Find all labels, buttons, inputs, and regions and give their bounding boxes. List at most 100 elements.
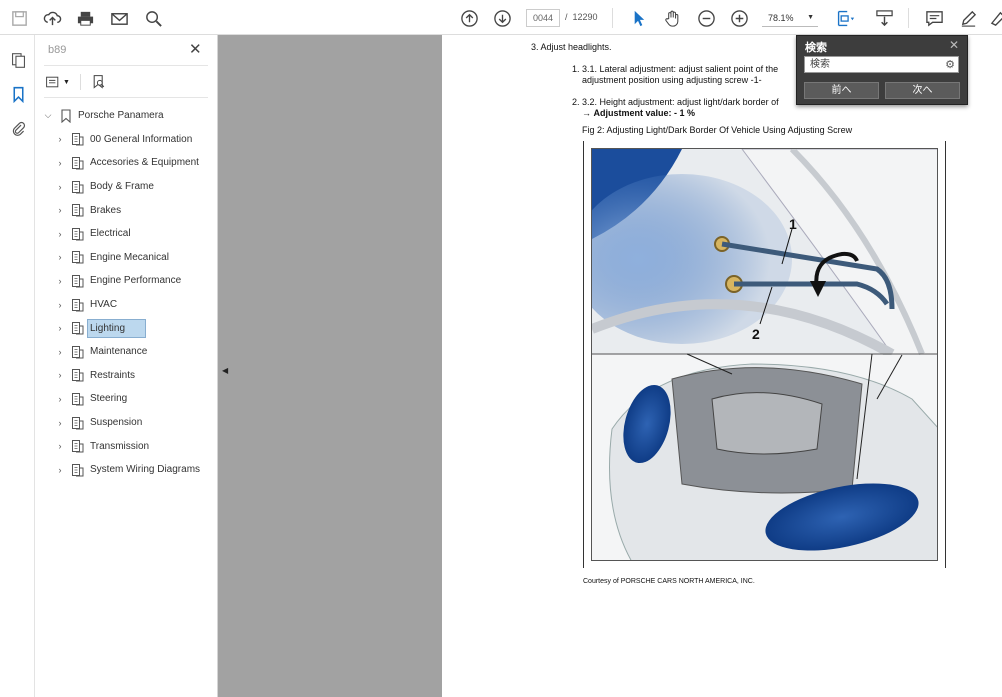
chevron-right-icon[interactable]: › xyxy=(55,394,65,404)
bookmark-page-icon xyxy=(72,133,84,146)
bookmark-label: Accesories & Equipment xyxy=(90,157,199,169)
find-popup: 検索 ✕ 検索 ⚙ 前へ 次へ xyxy=(796,35,968,105)
bookmark-label: System Wiring Diagrams xyxy=(90,464,201,476)
print-icon[interactable] xyxy=(73,6,97,30)
callout-label: 2 xyxy=(752,326,760,342)
next-page-icon[interactable] xyxy=(490,6,514,30)
close-icon[interactable]: ✕ xyxy=(189,40,205,58)
bookmark-item[interactable]: › Brakes xyxy=(35,198,218,222)
bookmark-search-icon[interactable] xyxy=(91,74,107,90)
gear-icon[interactable]: ⚙ xyxy=(945,58,955,73)
panel-tools: ▼ xyxy=(45,72,107,92)
bookmark-page-icon xyxy=(72,227,84,241)
page-separator: / xyxy=(565,12,568,22)
zoom-out-icon[interactable] xyxy=(694,6,718,30)
chevron-right-icon[interactable]: › xyxy=(55,300,65,310)
bookmark-label: 00 General Information xyxy=(90,133,193,145)
bookmark-item[interactable]: › Steering xyxy=(35,387,218,411)
document-canvas-margin xyxy=(218,35,442,697)
bookmark-root[interactable]: ⌵ Porsche Panamera xyxy=(35,104,218,128)
toolbar-divider xyxy=(908,8,909,28)
chevron-right-icon[interactable]: › xyxy=(55,370,65,380)
save-icon[interactable] xyxy=(7,6,31,30)
bookmark-icon xyxy=(61,109,71,123)
bookmarks-icon[interactable] xyxy=(8,84,28,104)
upload-cloud-icon[interactable] xyxy=(40,6,64,30)
bookmark-item[interactable]: › Suspension xyxy=(35,411,218,435)
find-input[interactable]: 検索 ⚙ xyxy=(804,56,959,73)
find-next-button[interactable]: 次へ xyxy=(885,82,960,99)
bookmark-label: Engine Mecanical xyxy=(90,251,169,263)
arrow-glyph: → xyxy=(582,108,591,118)
chevron-right-icon[interactable]: › xyxy=(55,182,65,192)
adjustment-label: Adjustment value: xyxy=(593,108,672,118)
bookmark-page-icon xyxy=(72,251,84,264)
divider xyxy=(79,74,81,90)
chevron-right-icon[interactable]: › xyxy=(55,323,65,333)
bookmark-item[interactable]: › Electrical xyxy=(35,222,218,246)
step-text: adjustment position using adjusting scre… xyxy=(582,75,762,85)
close-icon[interactable]: ✕ xyxy=(949,38,959,52)
bookmark-label: Electrical xyxy=(90,228,131,240)
courtesy-note: Courtesy of PORSCHE CARS NORTH AMERICA, … xyxy=(583,578,755,585)
page-fit-icon[interactable] xyxy=(833,6,857,30)
bookmark-label: Transmission xyxy=(90,440,150,452)
chevron-right-icon[interactable]: › xyxy=(55,276,65,286)
step-text: 2. 3.2. Height adjustment: adjust light/… xyxy=(572,97,779,107)
bookmark-item[interactable]: › System Wiring Diagrams xyxy=(35,458,218,482)
find-previous-button[interactable]: 前へ xyxy=(804,82,879,99)
collapse-panel-icon[interactable]: ◀ xyxy=(222,366,228,375)
chevron-down-icon: ▼ xyxy=(807,14,814,21)
bookmark-label: Steering xyxy=(90,393,128,405)
bookmark-page-icon xyxy=(72,156,84,170)
bookmark-item[interactable]: › Maintenance xyxy=(35,340,218,364)
page-number-input[interactable]: 0044 xyxy=(526,9,560,27)
bookmark-page-icon xyxy=(72,298,84,312)
find-query: 検索 xyxy=(810,59,830,70)
bookmark-item[interactable]: › Body & Frame xyxy=(35,175,218,199)
bookmark-label: Lighting xyxy=(86,318,147,338)
search-zoom-icon[interactable] xyxy=(141,6,165,30)
bookmark-item[interactable]: › Lighting xyxy=(35,316,218,340)
chevron-right-icon[interactable]: › xyxy=(55,134,65,144)
bookmark-item[interactable]: › Engine Performance xyxy=(35,269,218,293)
email-icon[interactable] xyxy=(107,6,131,30)
page-thumbnails-icon[interactable] xyxy=(8,50,28,70)
draw-icon[interactable] xyxy=(986,6,1002,30)
step-heading: 3. Adjust headlights. xyxy=(531,42,612,52)
bookmark-page-icon xyxy=(72,204,84,217)
bookmark-item[interactable]: › HVAC xyxy=(35,293,218,317)
chevron-right-icon[interactable]: › xyxy=(55,229,65,239)
scroll-mode-icon[interactable] xyxy=(872,6,896,30)
bookmark-page-icon xyxy=(72,345,84,359)
previous-page-icon[interactable] xyxy=(457,6,481,30)
chevron-down-icon[interactable]: ⌵ xyxy=(43,110,53,121)
bookmark-label: HVAC xyxy=(90,299,118,311)
hand-tool-icon[interactable] xyxy=(660,6,684,30)
comment-icon[interactable] xyxy=(922,6,946,30)
bookmark-page-icon xyxy=(72,180,84,194)
chevron-right-icon[interactable]: › xyxy=(55,347,65,357)
zoom-select[interactable]: 78.1% ▼ xyxy=(762,9,818,27)
bookmark-item[interactable]: › 00 General Information xyxy=(35,128,218,152)
bookmark-item[interactable]: › Transmission xyxy=(35,434,218,458)
chevron-right-icon[interactable]: › xyxy=(55,205,65,215)
highlight-pen-icon[interactable] xyxy=(956,6,980,30)
panel-title: b89 xyxy=(48,44,67,56)
bookmark-label: Porsche Panamera xyxy=(78,110,164,122)
select-cursor-icon[interactable] xyxy=(626,6,650,30)
bookmark-item[interactable]: › Restraints xyxy=(35,364,218,388)
chevron-right-icon[interactable]: › xyxy=(55,418,65,428)
chevron-right-icon[interactable]: › xyxy=(55,465,65,475)
attachments-icon[interactable] xyxy=(8,118,28,138)
chevron-right-icon[interactable]: › xyxy=(55,158,65,168)
divider xyxy=(44,97,208,98)
bookmark-item[interactable]: › Engine Mecanical xyxy=(35,246,218,270)
options-menu-icon[interactable]: ▼ xyxy=(45,74,70,90)
chevron-right-icon[interactable]: › xyxy=(55,441,65,451)
chevron-right-icon[interactable]: › xyxy=(55,252,65,262)
bookmark-item[interactable]: › Accesories & Equipment xyxy=(35,151,218,175)
zoom-in-icon[interactable] xyxy=(727,6,751,30)
bookmark-label: Suspension xyxy=(90,417,143,429)
bookmark-tree: ⌵ Porsche Panamera › 00 General Informati… xyxy=(35,104,218,482)
